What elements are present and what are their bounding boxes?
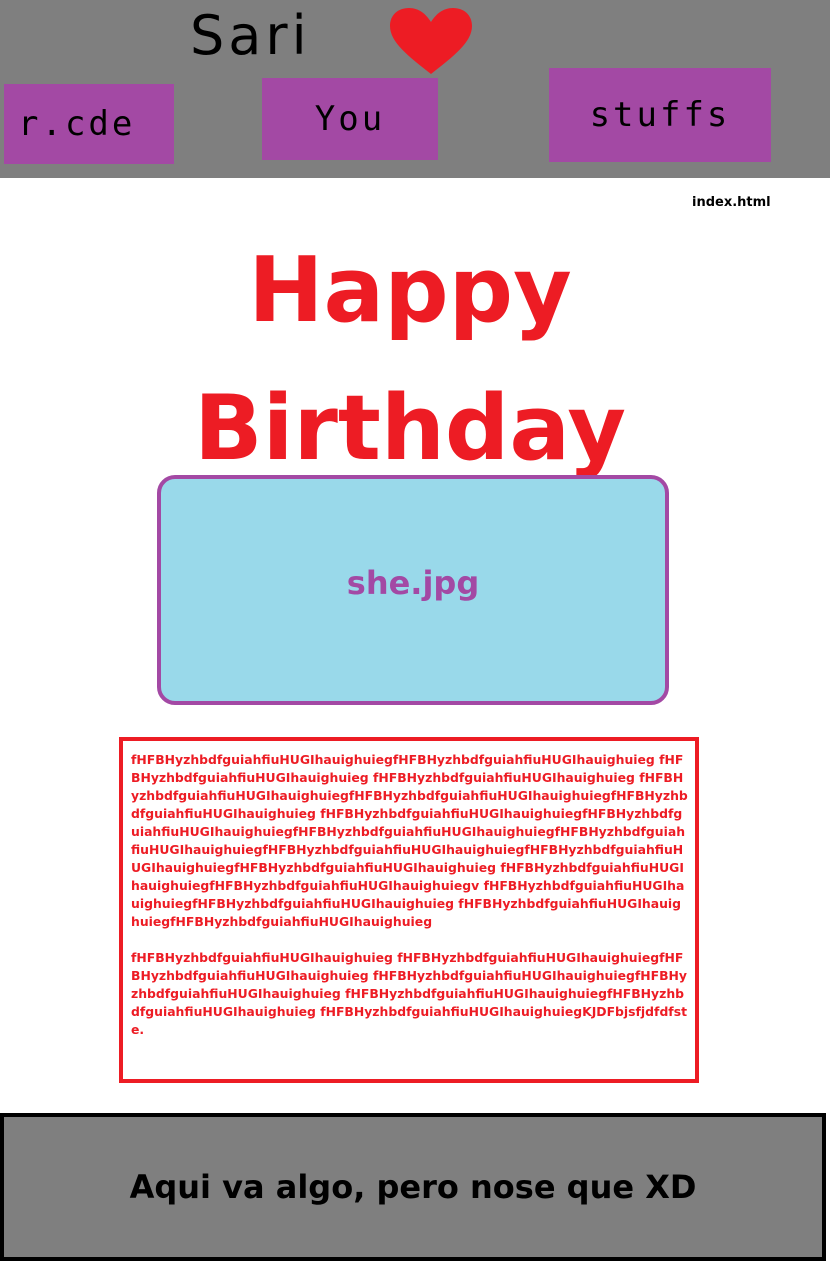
body-text-box: fHFBHyzhbdfguiahfiuHUGIhauighuiegfHFBHyz…	[119, 737, 699, 1083]
footer-text: Aqui va algo, pero nose que XD	[129, 1168, 697, 1206]
headline-line-1: Happy	[248, 238, 572, 343]
nav-button-you[interactable]: You	[262, 78, 438, 160]
footer: Aqui va algo, pero nose que XD	[0, 1113, 826, 1261]
nav-label: stuffs	[589, 95, 731, 135]
nav-label: You	[314, 99, 386, 139]
heart-icon	[388, 6, 474, 80]
body-paragraph: fHFBHyzhbdfguiahfiuHUGIhauighuiegfHFBHyz…	[131, 752, 688, 929]
site-title: Sari	[190, 4, 311, 67]
file-name-label: index.html	[692, 195, 771, 210]
nav-label: r.cde	[18, 104, 136, 144]
page: Sari r.cde You stuffs index.html Happy B…	[0, 0, 830, 1266]
nav-button-stuffs[interactable]: stuffs	[549, 68, 771, 162]
header: Sari r.cde You stuffs	[0, 0, 830, 178]
body-paragraph: fHFBHyzhbdfguiahfiuHUGIhauighuieg fHFBHy…	[131, 950, 687, 1037]
image-placeholder-label: she.jpg	[346, 564, 480, 602]
page-headline: Happy Birthday	[120, 222, 700, 498]
image-placeholder: she.jpg	[157, 475, 669, 705]
nav-button-home[interactable]: r.cde	[4, 84, 174, 164]
